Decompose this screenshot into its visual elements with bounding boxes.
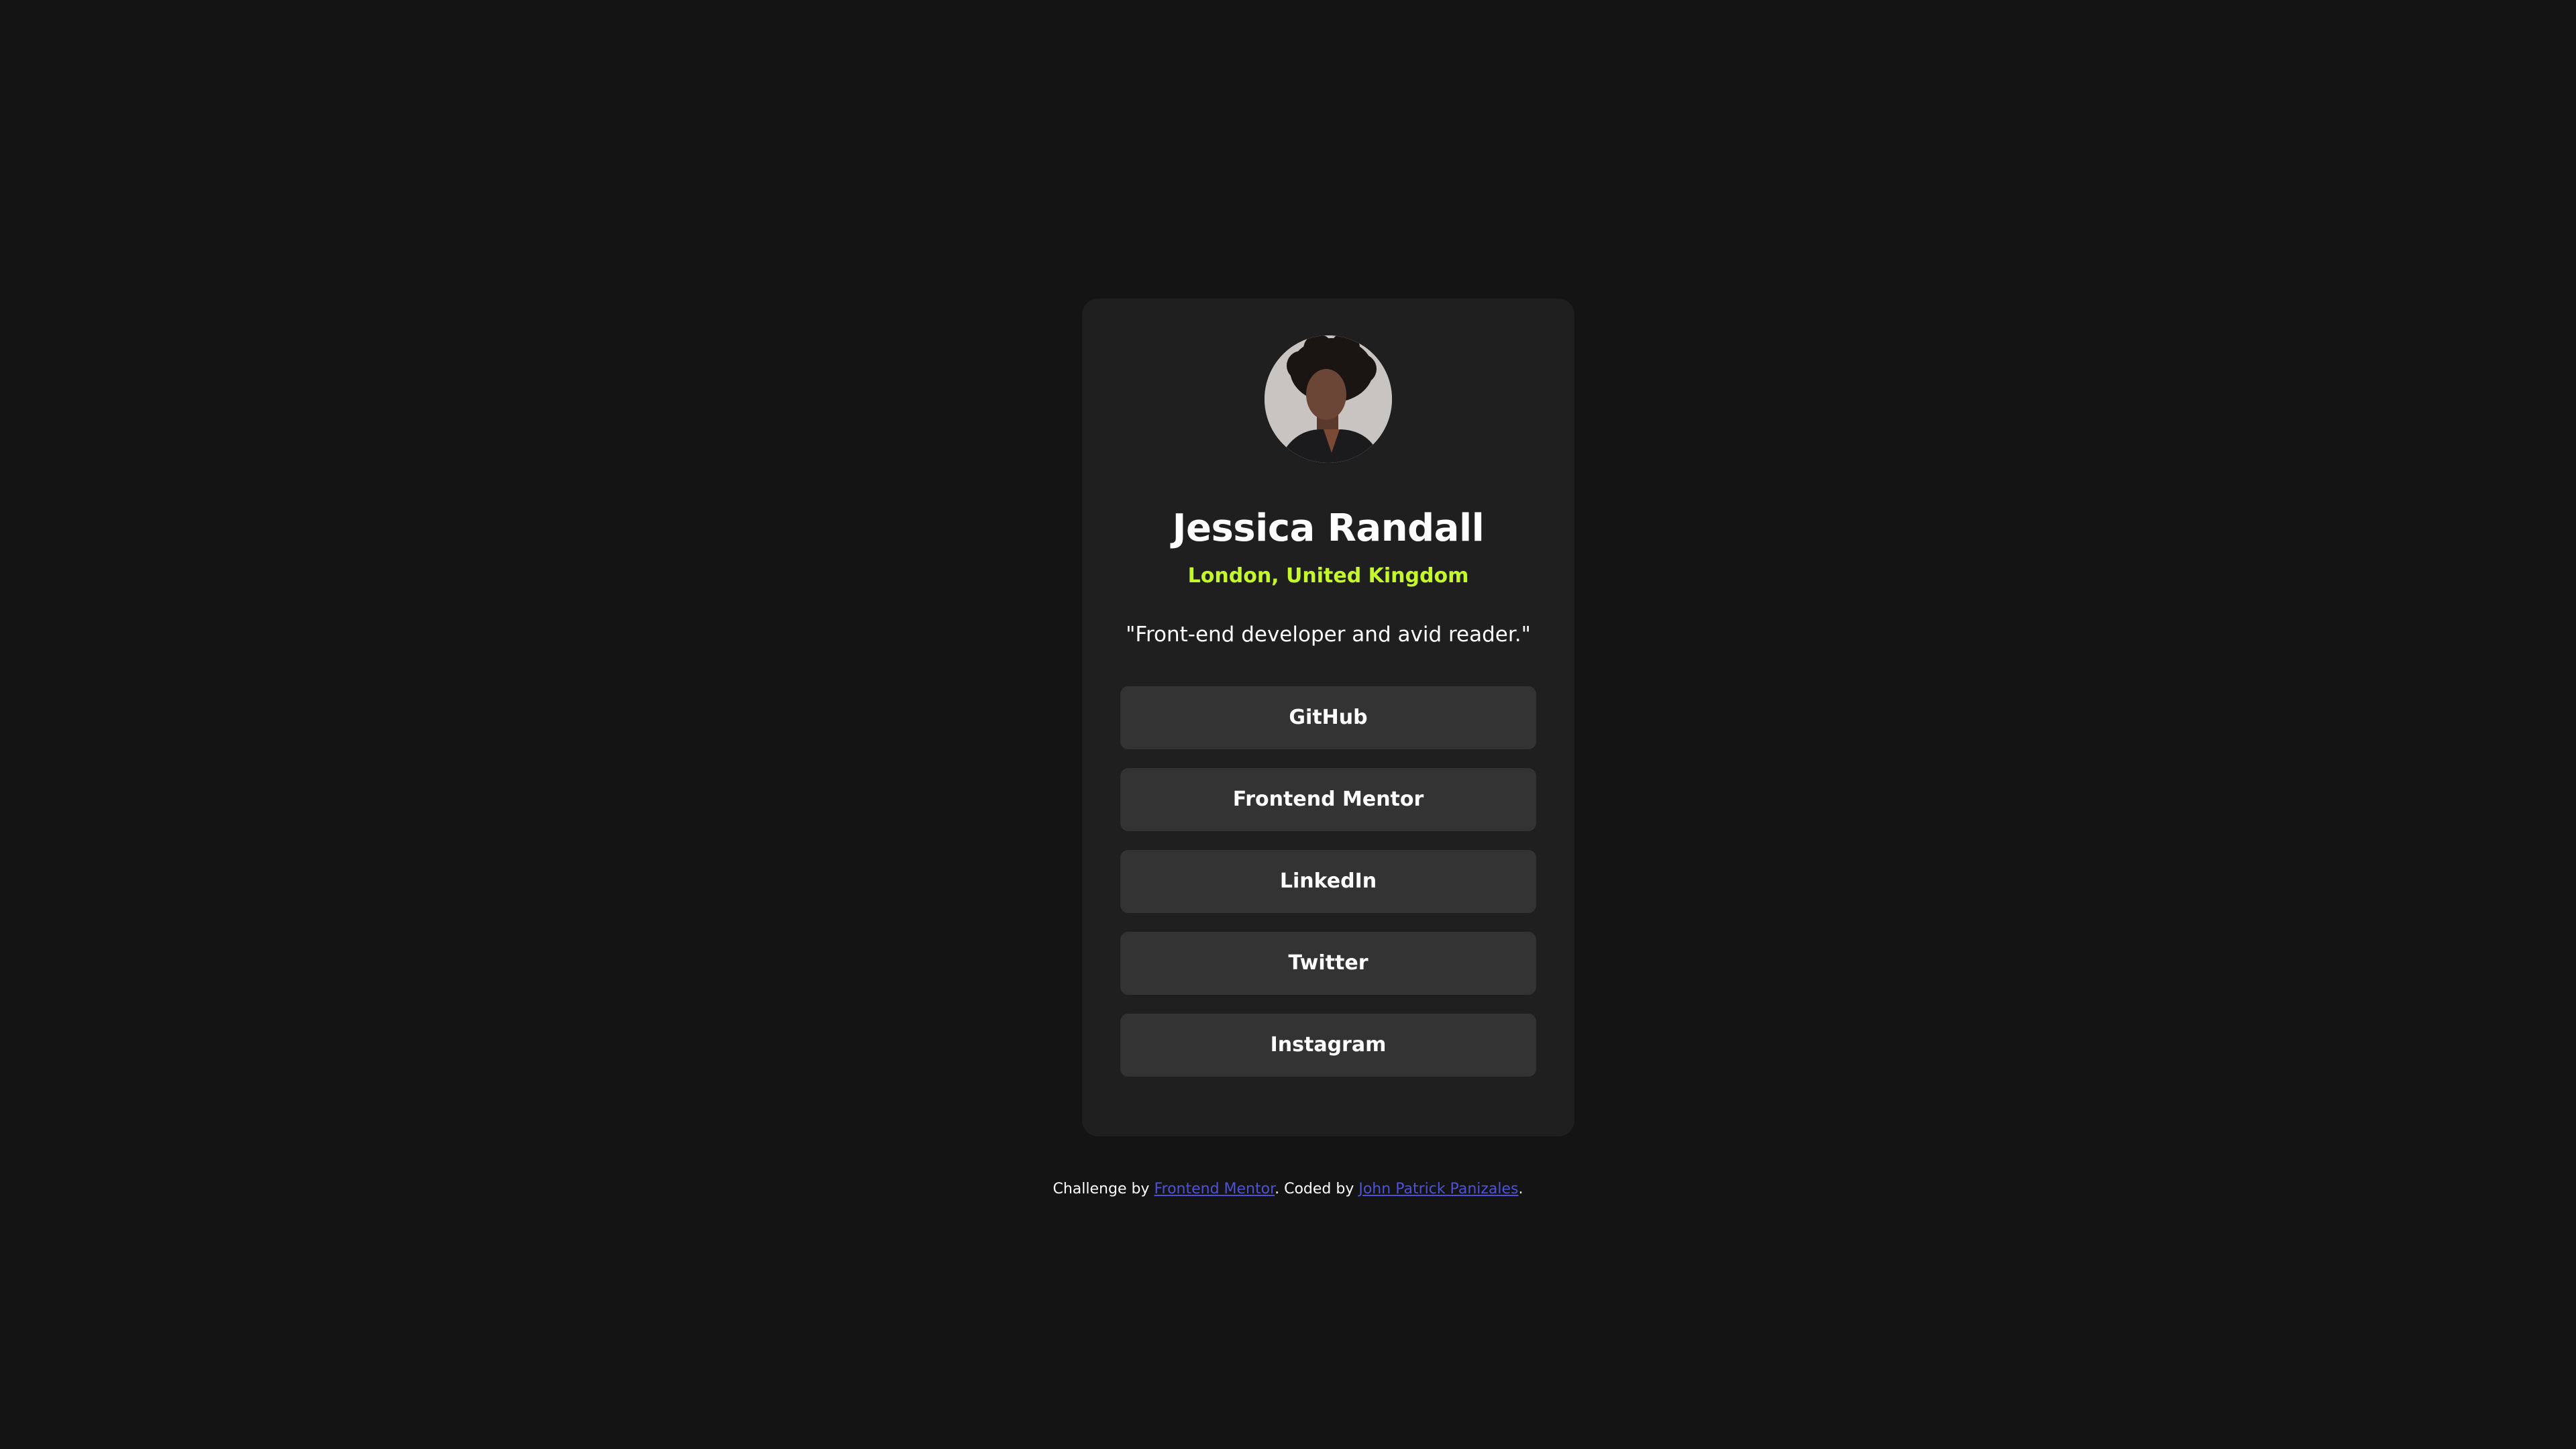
profile-bio: "Front-end developer and avid reader." (1126, 623, 1531, 647)
footer-prefix: Challenge by (1053, 1181, 1155, 1197)
profile-location: London, United Kingdom (1187, 564, 1469, 588)
link-button-twitter[interactable]: Twitter (1120, 932, 1536, 995)
profile-photo-icon (1265, 335, 1392, 463)
link-button-instagram[interactable]: Instagram (1120, 1014, 1536, 1077)
page: Jessica Randall London, United Kingdom "… (0, 0, 2576, 1449)
attribution-footer: Challenge by Frontend Mentor. Coded by J… (0, 1178, 2576, 1201)
profile-name: Jessica Randall (1172, 506, 1485, 550)
frontend-mentor-link[interactable]: Frontend Mentor (1154, 1181, 1275, 1197)
profile-card: Jessica Randall London, United Kingdom "… (1082, 299, 1574, 1136)
author-link[interactable]: John Patrick Panizales (1358, 1181, 1518, 1197)
footer-middle: . Coded by (1275, 1181, 1359, 1197)
social-links: GitHub Frontend Mentor LinkedIn Twitter … (1120, 686, 1536, 1095)
avatar (1265, 335, 1392, 463)
footer-suffix: . (1518, 1181, 1523, 1197)
link-button-frontend-mentor[interactable]: Frontend Mentor (1120, 768, 1536, 831)
link-button-linkedin[interactable]: LinkedIn (1120, 850, 1536, 913)
link-button-github[interactable]: GitHub (1120, 686, 1536, 749)
